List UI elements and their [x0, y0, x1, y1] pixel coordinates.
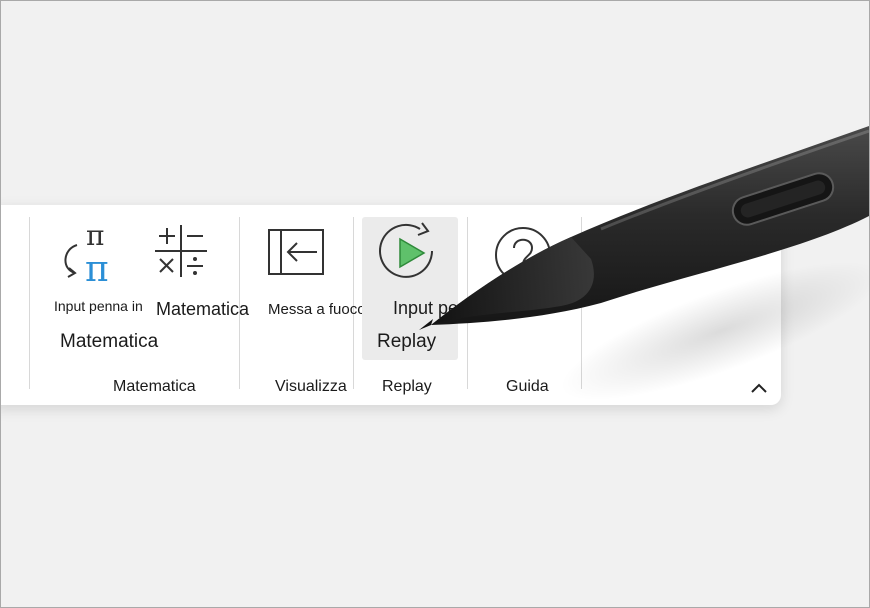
- svg-text:π: π: [85, 249, 109, 287]
- group-label-replay: Replay: [382, 378, 432, 395]
- math-label: Matematica: [156, 299, 250, 319]
- svg-text:π: π: [86, 221, 104, 252]
- ribbon-separator: [29, 217, 30, 389]
- math-operators-icon: [155, 225, 207, 277]
- pi-conversion-icon: π π: [64, 221, 109, 287]
- help-button[interactable]: [481, 219, 571, 329]
- ink-replay-label-line2: Replay: [377, 331, 437, 352]
- help-question-icon: [495, 227, 551, 283]
- ink-replay-label-line1: Input penna: [393, 298, 489, 318]
- ink-to-math-label-line1: Input penna in: [54, 298, 143, 314]
- group-label-help: Guida: [506, 378, 549, 395]
- ink-to-math-label-line2: Matematica: [60, 331, 159, 352]
- collapse-ribbon-button[interactable]: [745, 375, 773, 401]
- group-label-math: Matematica: [113, 378, 196, 395]
- focus-mode-icon: [268, 229, 324, 275]
- app-window: π π Input penna in Matematica Matematica: [0, 0, 870, 608]
- chevron-up-icon: [751, 383, 767, 393]
- replay-play-icon: [379, 222, 433, 278]
- math-button[interactable]: Matematica: [151, 219, 261, 329]
- focus-label: Messa a fuoco: [268, 301, 366, 318]
- ribbon-separator: [581, 217, 582, 389]
- group-label-view: Visualizza: [275, 378, 347, 395]
